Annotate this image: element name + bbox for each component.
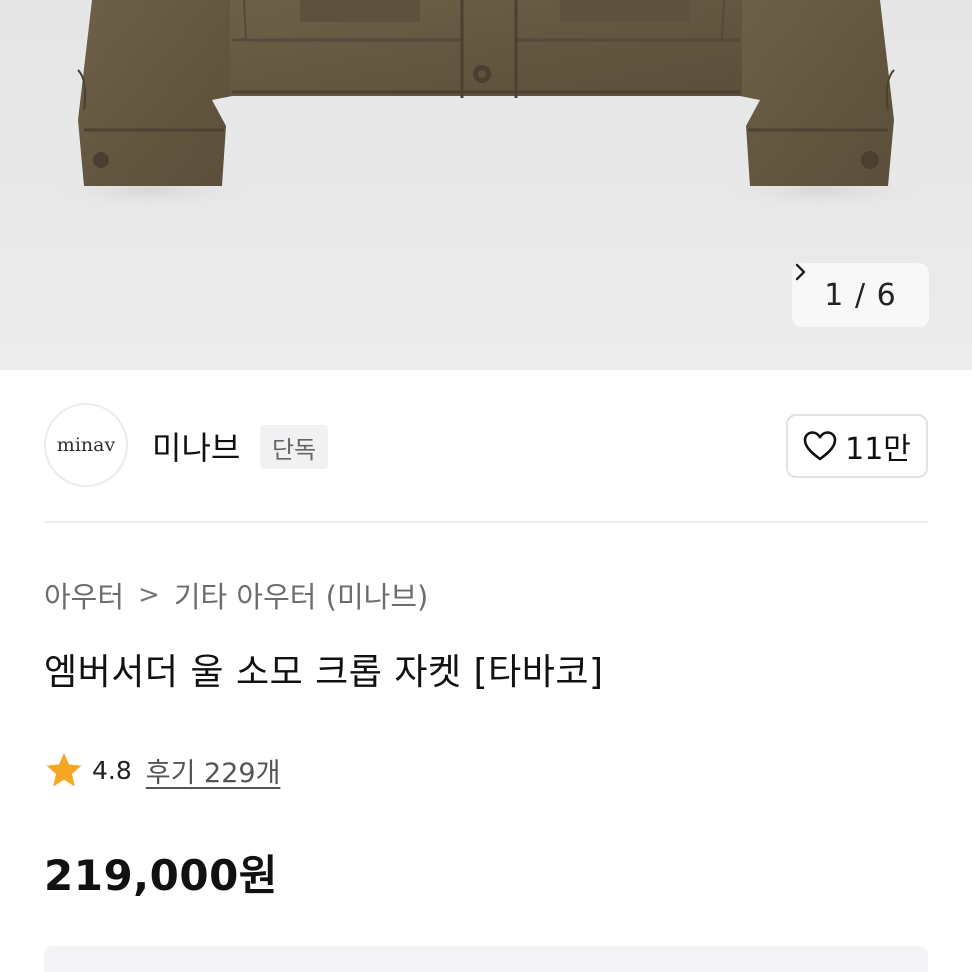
image-pager[interactable]: 1 / 6 — [792, 263, 929, 327]
breadcrumb: 아우터 > 기타 아우터 (미나브) — [44, 574, 428, 616]
chevron-right-icon[interactable] — [792, 263, 810, 281]
pager-text: 1 / 6 — [824, 278, 896, 313]
brand-name[interactable]: 미나브 — [152, 423, 240, 469]
divider — [44, 521, 928, 523]
brand-row: minav 미나브 단독 11만 — [44, 403, 928, 489]
rating: 4.8 후기 229개 — [44, 750, 280, 790]
brand-logo-text: minav — [56, 434, 116, 456]
exclusive-badge: 단독 — [260, 425, 329, 469]
like-count: 11만 — [845, 432, 911, 467]
like-button[interactable]: 11만 — [786, 414, 928, 478]
reviews-link[interactable]: 후기 229개 — [146, 751, 281, 790]
pager-separator: / — [854, 277, 867, 313]
coupon-box[interactable] — [44, 946, 928, 972]
pager-total: 6 — [876, 277, 897, 313]
star-icon — [46, 753, 82, 787]
heart-outline-icon — [803, 431, 837, 461]
product-title: 엠버서더 울 소모 크롭 자켓 [타바코] — [44, 652, 604, 693]
pager-current: 1 — [824, 277, 845, 313]
product-price: 219,000원 — [44, 851, 278, 900]
product-image[interactable]: 1 / 6 — [0, 0, 972, 370]
breadcrumb-separator: > — [138, 580, 160, 610]
breadcrumb-item-other-outer[interactable]: 기타 아우터 (미나브) — [174, 574, 429, 616]
brand-logo[interactable]: minav — [44, 403, 128, 487]
breadcrumb-item-outer[interactable]: 아우터 — [44, 574, 124, 616]
rating-score: 4.8 — [92, 755, 132, 785]
